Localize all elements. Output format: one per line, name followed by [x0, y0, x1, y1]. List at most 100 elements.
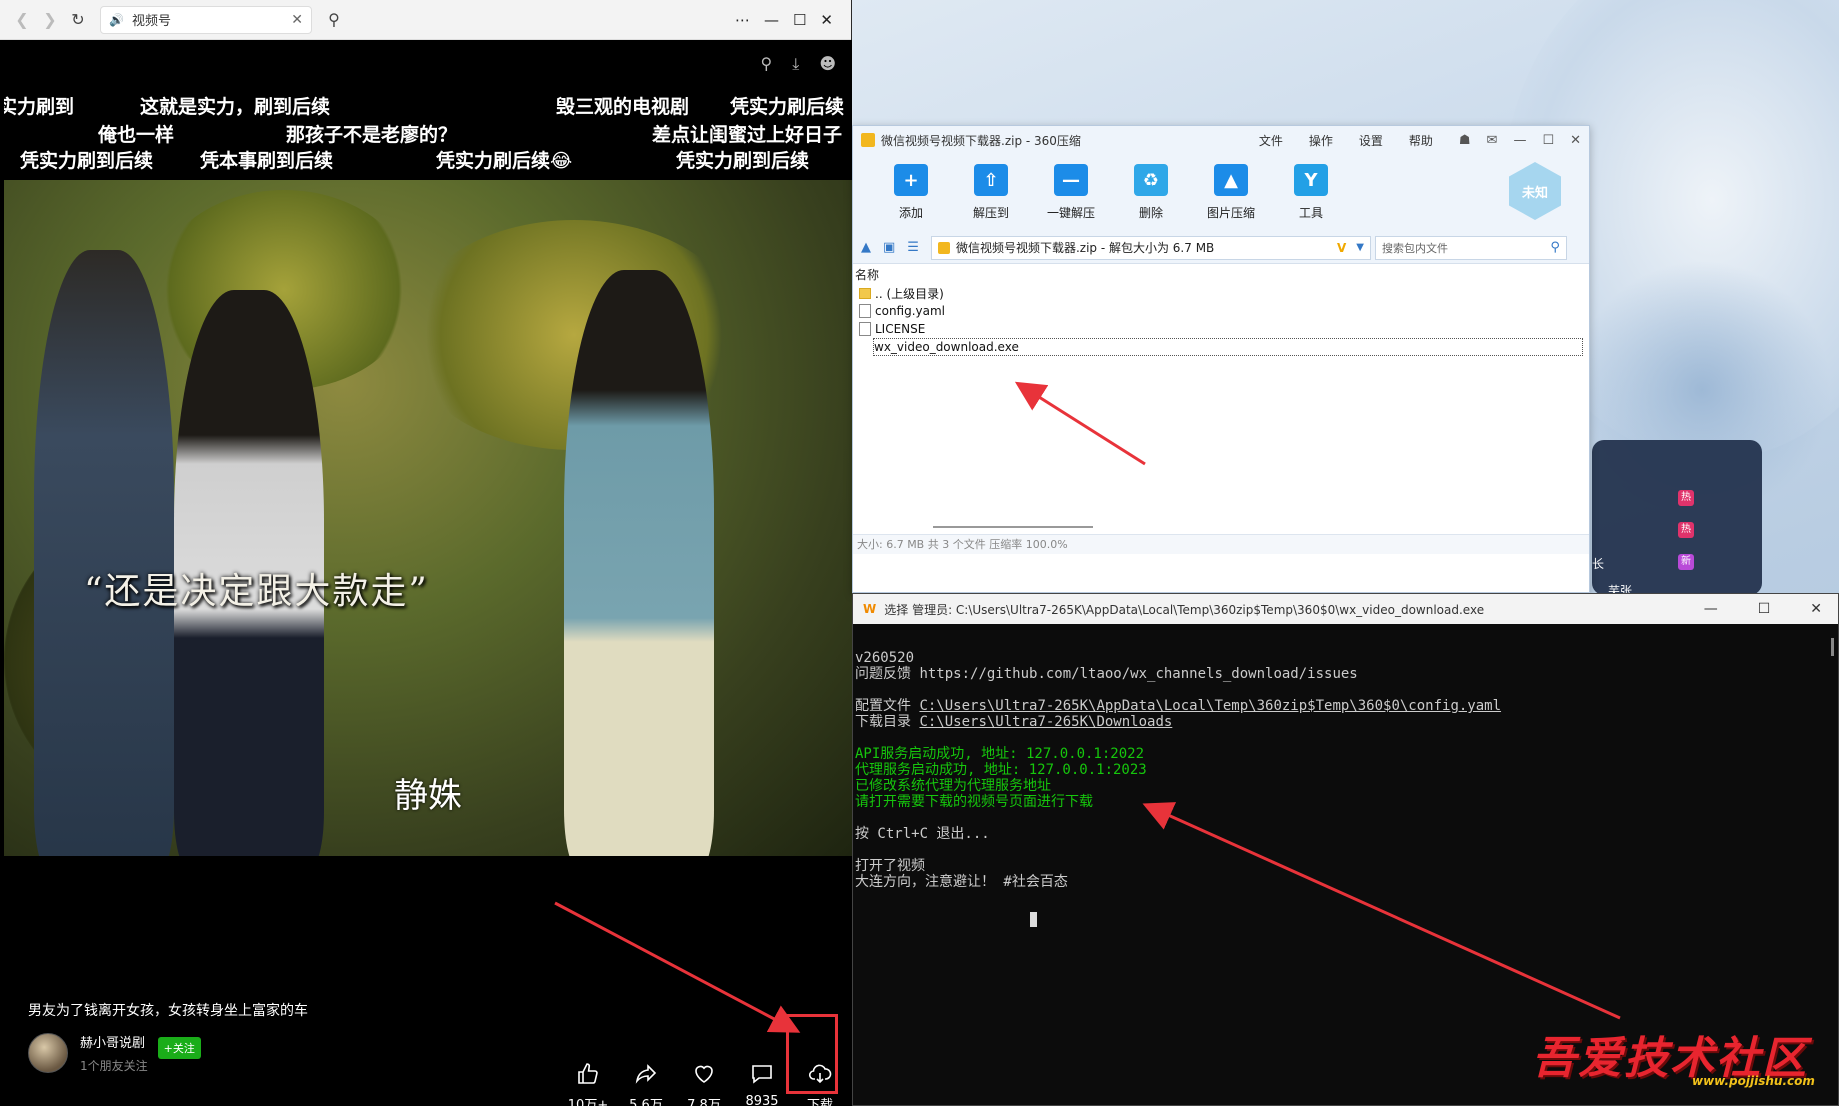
- list-view-icon[interactable]: ☰: [907, 240, 919, 255]
- search-icon[interactable]: ⚲: [1550, 240, 1560, 255]
- video-name-line: 大连方向，注意避让！ #社会百态: [855, 874, 1068, 890]
- file-name: .. (上级目录): [875, 286, 944, 301]
- add-button[interactable]: + 添加: [871, 164, 951, 221]
- menu-settings[interactable]: 设置: [1359, 132, 1383, 149]
- maximize-icon[interactable]: ☐: [1758, 601, 1771, 617]
- image-compress-icon: ▲: [1214, 164, 1248, 196]
- download-label: 下载: [806, 1098, 833, 1106]
- verify-icon: V: [1336, 240, 1347, 255]
- refresh-icon[interactable]: ↻: [64, 6, 92, 34]
- share-icon: [635, 1064, 657, 1084]
- minimize-icon[interactable]: —: [764, 11, 779, 29]
- one-click-extract-icon: —: [1054, 164, 1088, 196]
- back-icon[interactable]: ❮: [8, 6, 36, 34]
- text-cursor: [1030, 912, 1037, 927]
- browser-window: ❮ ❯ ↻ 🔊 视频号 ✕ ⚲ ⋯ — ☐ ✕ ⚲ ⤓ ☻ “还是决定跟大款走”…: [0, 0, 852, 1106]
- delete-icon: ♻: [1134, 164, 1168, 196]
- zip-file-list: 名称 .. (上级目录) config.yaml LICENSE wx_vide…: [853, 264, 1589, 534]
- figure-man: [34, 250, 174, 856]
- more-icon[interactable]: ⋯: [735, 11, 750, 29]
- chevron-down-icon[interactable]: ▼: [1356, 242, 1364, 253]
- maximize-icon[interactable]: ☐: [793, 11, 806, 29]
- danmaku-comment: 这就是实力，刷到后续: [140, 96, 331, 118]
- view-icon[interactable]: ▣: [883, 240, 895, 255]
- search-icon[interactable]: ⚲: [761, 54, 773, 74]
- vertical-scrollbar[interactable]: [1831, 638, 1834, 656]
- extract-to-button[interactable]: ⇧ 解压到: [951, 164, 1031, 221]
- file-name: config.yaml: [875, 304, 946, 318]
- danmaku-comment: 差点让闺蜜过上好日子: [652, 124, 843, 146]
- search-icon[interactable]: ⚲: [320, 6, 348, 34]
- video-player[interactable]: ⚲ ⤓ ☻ “还是决定跟大款走” 静姝 实力刷到 这就是实力，刷到后续 毁三观的…: [4, 40, 852, 1106]
- close-icon[interactable]: ✕: [1810, 601, 1822, 617]
- exit-hint-line: 按 Ctrl+C 退出...: [855, 826, 990, 842]
- feedback-icon[interactable]: ✉: [1487, 133, 1498, 148]
- avatar[interactable]: [28, 1033, 68, 1073]
- path-field[interactable]: 微信视频号视频下载器.zip - 解包大小为 6.7 MB V ▼: [930, 235, 1371, 260]
- terminal-output[interactable]: v260520 问题反馈 https://github.com/ltaoo/wx_…: [853, 624, 1838, 922]
- skin-icon[interactable]: ☗: [1459, 133, 1471, 148]
- zip-search-input[interactable]: 搜索包内文件 ⚲: [1374, 235, 1567, 260]
- image-compress-button[interactable]: ▲ 图片压缩: [1191, 164, 1271, 221]
- zip-archive-icon: [861, 133, 875, 147]
- share-button[interactable]: 5.6万: [617, 1062, 675, 1106]
- one-click-extract-button[interactable]: — 一键解压: [1031, 164, 1111, 221]
- minimize-icon[interactable]: —: [1513, 133, 1526, 148]
- danmaku-comment: 凭实力刷后续😂: [436, 150, 573, 172]
- menu-help[interactable]: 帮助: [1409, 132, 1433, 149]
- close-icon[interactable]: ✕: [1570, 133, 1581, 148]
- video-title: 男友为了钱离开女孩，女孩转身坐上富家的车: [28, 1003, 308, 1019]
- tools-button[interactable]: Y 工具: [1271, 164, 1351, 221]
- file-row[interactable]: LICENSE: [853, 320, 1589, 338]
- favorite-button[interactable]: 7.8万: [675, 1062, 733, 1106]
- file-row[interactable]: config.yaml: [853, 302, 1589, 320]
- danmaku-comment: 凭实力刷到后续: [676, 150, 810, 172]
- zip-path-bar: ▲ ▣ ☰ 微信视频号视频下载器.zip - 解包大小为 6.7 MB V ▼ …: [853, 232, 1589, 264]
- download-icon[interactable]: ⤓: [792, 54, 799, 74]
- figure-woman-right: [564, 270, 714, 856]
- delete-button[interactable]: ♻ 删除: [1111, 164, 1191, 221]
- author-name[interactable]: 赫小哥说剧: [80, 1032, 148, 1051]
- file-row-parent[interactable]: .. (上级目录): [853, 284, 1589, 302]
- horizontal-scrollbar[interactable]: [933, 526, 1093, 528]
- close-tab-icon[interactable]: ✕: [291, 12, 303, 28]
- hot-badge: 热: [1678, 522, 1694, 538]
- menu-operate[interactable]: 操作: [1309, 132, 1333, 149]
- character-name-caption: 静姝: [394, 776, 462, 816]
- up-level-icon[interactable]: ▲: [861, 240, 871, 255]
- tools-label: 工具: [1298, 206, 1323, 220]
- hot-badge: 热: [1678, 490, 1694, 506]
- like-button[interactable]: 10万+: [559, 1062, 617, 1106]
- danmaku-comment: 凭本事刷到后续: [200, 150, 334, 172]
- subtitle-dialogue: “还是决定跟大款走”: [84, 571, 429, 612]
- add-label: 添加: [898, 206, 923, 220]
- delete-label: 删除: [1138, 206, 1163, 220]
- close-icon[interactable]: ✕: [820, 11, 833, 29]
- new-badge: 新: [1678, 554, 1694, 570]
- video-frame: “还是决定跟大款走” 静姝: [4, 180, 852, 856]
- one-click-extract-label: 一键解压: [1046, 206, 1095, 220]
- maximize-icon[interactable]: ☐: [1542, 133, 1554, 148]
- config-line: 配置文件 C:\Users\Ultra7-265K\AppData\Local\…: [855, 698, 1502, 714]
- minimize-icon[interactable]: —: [1704, 601, 1718, 617]
- column-header-name[interactable]: 名称: [853, 264, 1589, 284]
- image-compress-label: 图片压缩: [1206, 206, 1255, 220]
- comment-button[interactable]: 8935: [733, 1062, 791, 1106]
- zip-toolbar: + 添加 ⇧ 解压到 — 一键解压 ♻ 删除 ▲ 图片压缩 Y 工具: [853, 154, 1589, 232]
- user-icon[interactable]: ☻: [819, 54, 836, 74]
- opened-video-line: 打开了视频: [855, 858, 925, 874]
- share-count: 5.6万: [629, 1098, 663, 1106]
- zip-window-title: 微信视频号视频下载器.zip - 360压缩: [881, 133, 1081, 148]
- window-controls: ⋯ — ☐ ✕: [735, 11, 843, 29]
- comment-count: 8935: [745, 1094, 779, 1106]
- follow-button[interactable]: +关注: [157, 1037, 201, 1059]
- terminal-title: 选择 管理员: C:\Users\Ultra7-265K\AppData\Loc…: [884, 602, 1485, 617]
- menu-file[interactable]: 文件: [1259, 132, 1283, 149]
- desktop-widget-panel: [1592, 440, 1762, 595]
- file-row-selected[interactable]: wx_video_download.exe: [873, 338, 1583, 356]
- forward-icon[interactable]: ❯: [36, 6, 64, 34]
- browser-tab[interactable]: 🔊 视频号 ✕: [100, 5, 312, 34]
- extract-to-icon: ⇧: [974, 164, 1008, 196]
- download-dir-line: 下载目录 C:\Users\Ultra7-265K\Downloads: [855, 714, 1173, 730]
- tools-icon: Y: [1294, 164, 1328, 196]
